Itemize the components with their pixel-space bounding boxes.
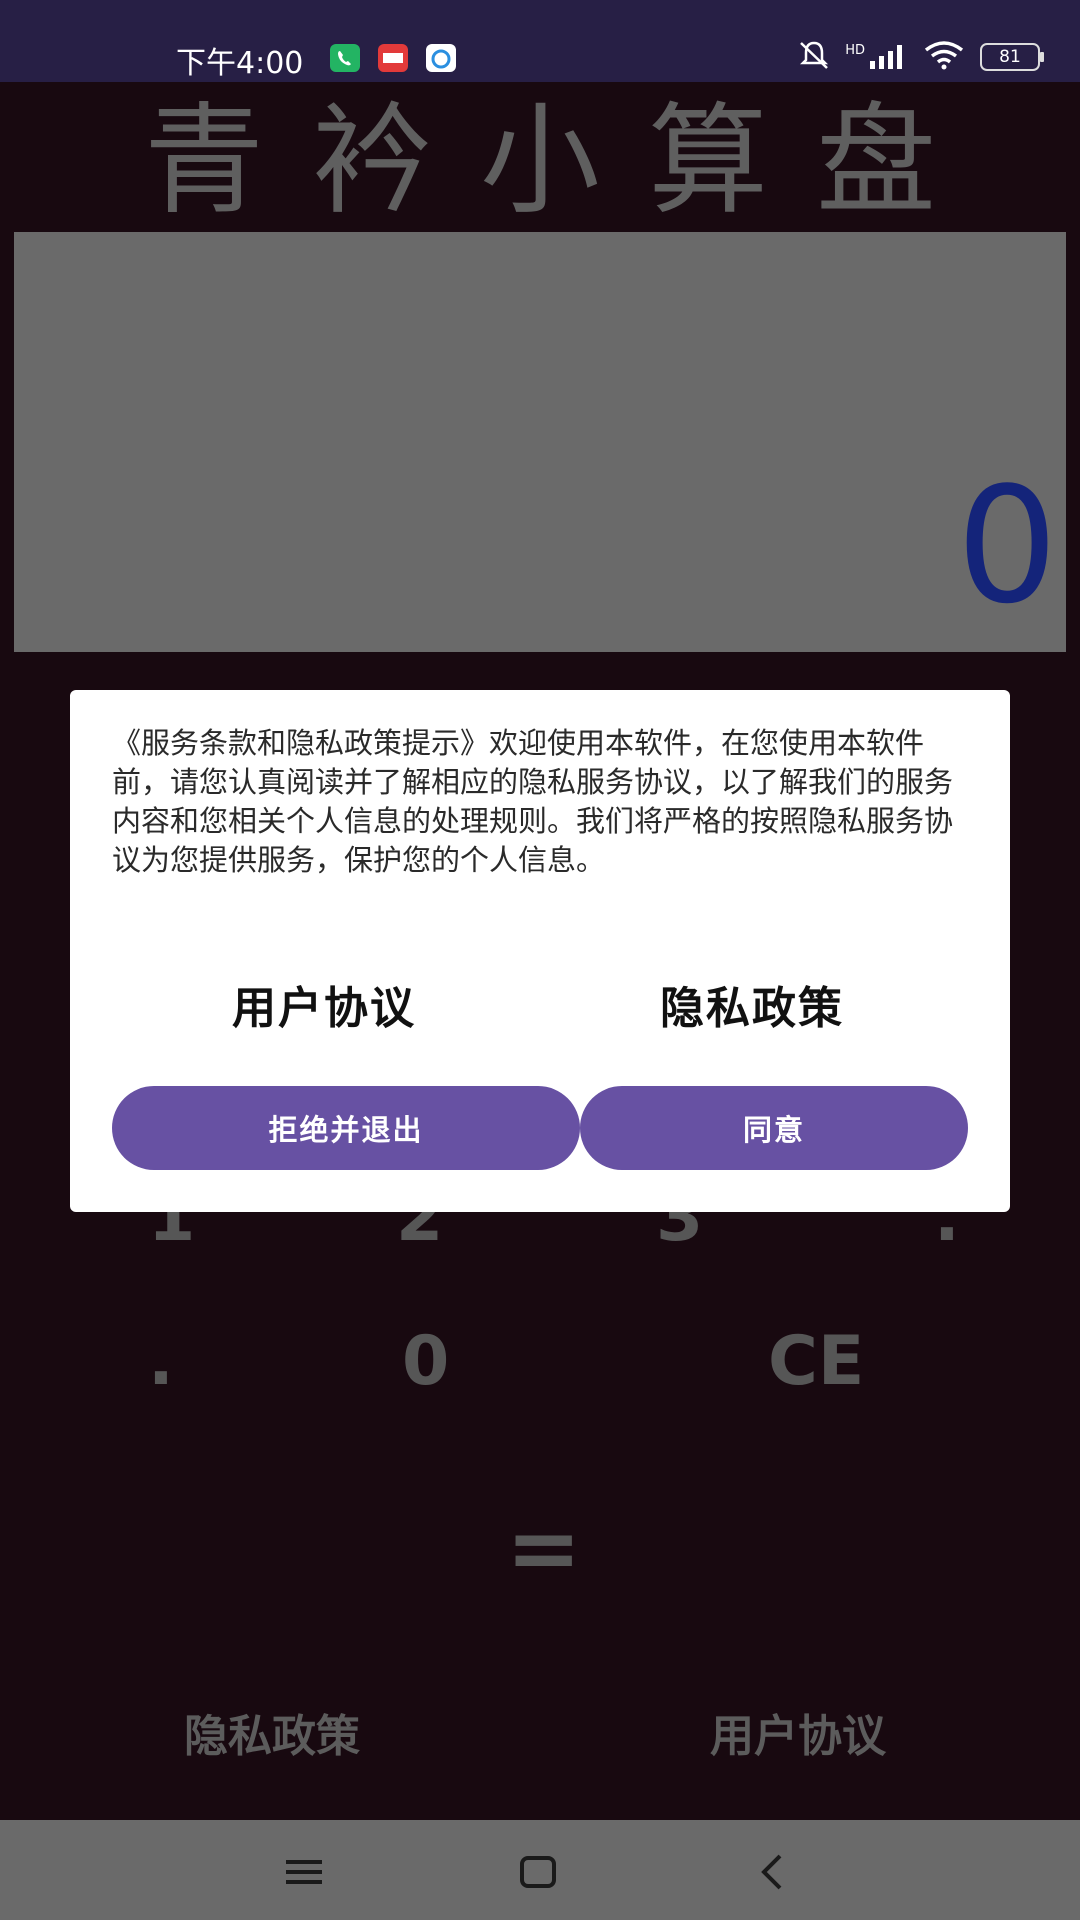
bell-muted-icon [797,40,831,74]
privacy-policy-link[interactable]: 隐私政策 [184,1700,360,1764]
key-dot[interactable]: . [148,1322,174,1401]
navigation-bar [0,1820,1080,1920]
status-bar: 下午4:00 HD 81 [0,0,1080,82]
dialog-privacy-policy-link[interactable]: 隐私政策 [660,972,844,1036]
wifi-icon [922,40,966,74]
key-ce[interactable]: CE [768,1322,864,1401]
display-panel: 0 [14,232,1066,652]
user-agreement-link[interactable]: 用户协议 [710,1700,886,1764]
reject-and-exit-button[interactable]: 拒绝并退出 [112,1086,580,1170]
dialog-body: 《服务条款和隐私政策提示》欢迎使用本软件，在您使用本软件前，请您认真阅读并了解相… [112,726,954,877]
signal-icon: HD [845,43,908,71]
app-title: 青衿小算盘 [144,92,984,231]
back-icon[interactable] [742,1842,802,1902]
battery-icon: 81 [980,43,1044,71]
signal-label: HD [845,43,865,58]
battery-level: 81 [999,47,1021,67]
status-time: 下午4:00 [176,46,304,81]
agree-button[interactable]: 同意 [580,1086,968,1170]
menu-icon[interactable] [274,1842,334,1902]
key-equals[interactable]: = [506,1496,581,1601]
key-0[interactable]: 0 [402,1322,449,1401]
home-icon[interactable] [508,1842,568,1902]
browser-app-icon [426,44,456,72]
privacy-dialog: 《服务条款和隐私政策提示》欢迎使用本软件，在您使用本软件前，请您认真阅读并了解相… [70,690,1010,1212]
display-value: 0 [956,452,1058,639]
kandian-app-icon [378,44,408,72]
phone-app-icon [330,44,360,72]
dialog-user-agreement-link[interactable]: 用户协议 [232,972,416,1036]
